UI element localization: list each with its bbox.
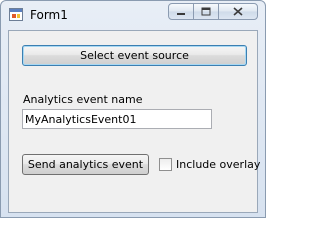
minimize-icon [177, 12, 185, 15]
windows-form-icon [9, 8, 23, 21]
title-bar[interactable]: Form1 [1, 1, 265, 29]
minimize-button[interactable] [168, 3, 194, 20]
event-name-input[interactable] [22, 109, 212, 129]
form-client-area: Select event source Analytics event name… [8, 30, 260, 213]
select-event-source-button[interactable]: Select event source [22, 45, 247, 66]
close-button[interactable] [218, 3, 258, 20]
include-overlay-label[interactable]: Include overlay [176, 158, 260, 171]
include-overlay-checkbox[interactable] [159, 158, 172, 171]
send-analytics-event-button[interactable]: Send analytics event [22, 154, 149, 175]
app-window: Form1 Select event source Analytics even… [0, 0, 266, 218]
maximize-button[interactable] [193, 3, 219, 20]
maximize-icon [201, 7, 211, 16]
window-title: Form1 [30, 8, 68, 22]
caption-buttons [168, 3, 258, 20]
close-icon [233, 7, 243, 16]
event-name-label: Analytics event name [23, 93, 143, 106]
